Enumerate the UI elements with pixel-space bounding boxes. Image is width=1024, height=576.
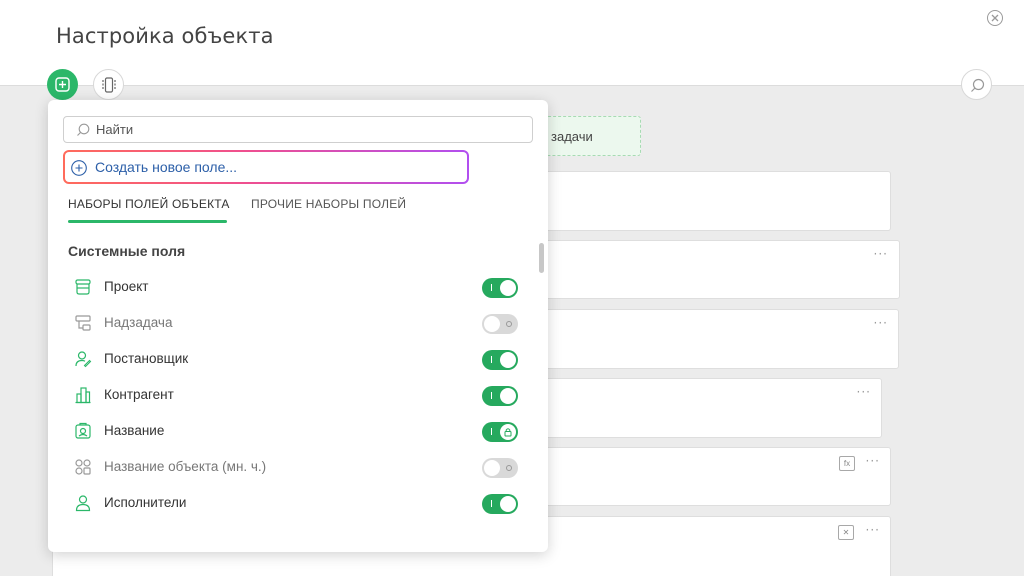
field-toggle[interactable] <box>482 386 518 406</box>
field-row-author[interactable]: Постановщик <box>68 347 518 371</box>
clear-icon[interactable]: ✕ <box>838 525 854 540</box>
scrollbar[interactable] <box>539 243 544 273</box>
plus-square-icon <box>55 77 70 92</box>
field-toggle[interactable] <box>482 350 518 370</box>
field-toggle-locked[interactable] <box>482 422 518 442</box>
drop-zone-label: задачи <box>551 129 593 144</box>
author-icon <box>75 351 92 368</box>
contractor-icon <box>75 387 91 404</box>
field-row-name[interactable]: Название <box>68 419 518 443</box>
assignees-icon <box>75 495 91 512</box>
field-card[interactable]: ··· <box>520 240 900 299</box>
active-tab-indicator <box>68 220 227 223</box>
page-title: Настройка объекта <box>56 24 274 48</box>
field-card[interactable]: fx ··· <box>520 447 891 506</box>
lock-icon <box>504 428 512 437</box>
parent-task-icon <box>75 315 91 331</box>
project-icon <box>75 279 91 295</box>
formula-icon[interactable]: fx <box>839 456 855 471</box>
more-icon[interactable]: ··· <box>866 523 880 537</box>
field-label: Постановщик <box>104 351 189 366</box>
field-row-contractor[interactable]: Контрагент <box>68 383 518 407</box>
close-icon[interactable] <box>987 10 1003 26</box>
field-row-project[interactable]: Проект <box>68 275 518 299</box>
field-label: Проект <box>104 279 149 294</box>
field-label: Контрагент <box>104 387 174 402</box>
panel-icon <box>102 77 116 93</box>
more-icon[interactable]: ··· <box>857 385 871 399</box>
field-label: Название объекта (мн. ч.) <box>104 459 267 474</box>
field-row-parent-task[interactable]: Надзадача <box>68 311 518 335</box>
field-label: Надзадача <box>104 315 173 330</box>
field-card[interactable]: ··· <box>520 378 882 438</box>
search-icon <box>77 123 90 136</box>
search-button[interactable] <box>961 69 992 100</box>
more-icon[interactable]: ··· <box>874 316 888 330</box>
search-field[interactable] <box>63 116 533 143</box>
field-row-plural-name[interactable]: Название объекта (мн. ч.) <box>68 455 518 479</box>
panel-toggle-button[interactable] <box>93 69 124 100</box>
search-icon <box>971 78 985 92</box>
plus-circle-icon <box>71 160 87 176</box>
field-toggle[interactable] <box>482 278 518 298</box>
tab-other-fields[interactable]: ПРОЧИЕ НАБОРЫ ПОЛЕЙ <box>251 197 406 211</box>
field-card[interactable]: ··· <box>520 309 899 369</box>
more-icon[interactable]: ··· <box>874 247 888 261</box>
search-input[interactable] <box>96 122 516 137</box>
add-field-dropdown: Создать новое поле... НАБОРЫ ПОЛЕЙ ОБЪЕК… <box>48 100 548 552</box>
create-field-label: Создать новое поле... <box>95 159 238 175</box>
field-row-assignees[interactable]: Исполнители <box>68 491 518 515</box>
more-icon[interactable]: ··· <box>866 454 880 468</box>
field-label: Название <box>104 423 165 438</box>
section-title: Системные поля <box>68 243 186 259</box>
field-card[interactable] <box>520 171 891 231</box>
field-toggle[interactable] <box>482 314 518 334</box>
name-icon <box>75 422 91 439</box>
header: Настройка объекта <box>0 0 1024 86</box>
create-field-inner[interactable]: Создать новое поле... <box>65 152 467 182</box>
plural-name-icon <box>75 459 91 475</box>
field-toggle[interactable] <box>482 458 518 478</box>
create-field-button[interactable]: Создать новое поле... <box>63 150 469 184</box>
add-field-button[interactable] <box>47 69 78 100</box>
field-toggle[interactable] <box>482 494 518 514</box>
field-label: Исполнители <box>104 495 187 510</box>
tab-object-fields[interactable]: НАБОРЫ ПОЛЕЙ ОБЪЕКТА <box>68 197 230 211</box>
